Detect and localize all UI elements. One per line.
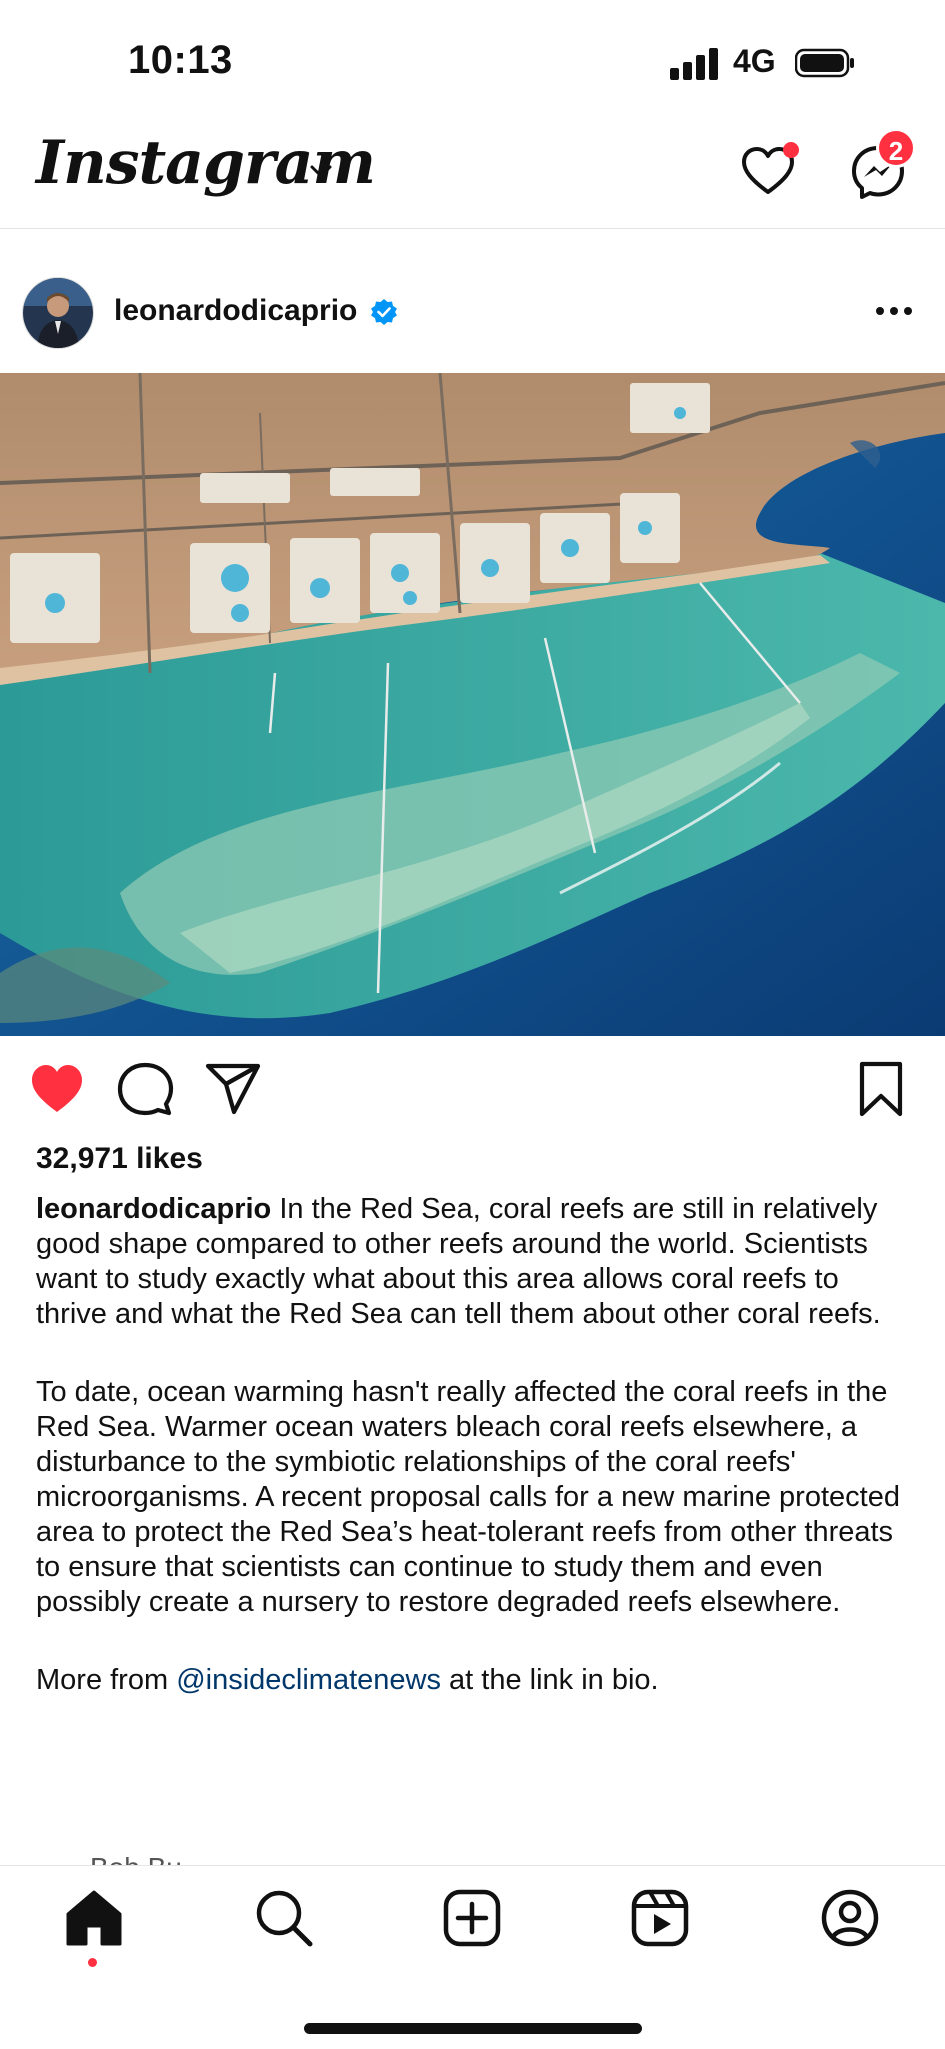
status-time: 10:13 <box>128 38 233 82</box>
home-icon[interactable] <box>62 1886 126 1950</box>
caption-text: More from <box>36 1664 177 1696</box>
tab-bar <box>0 1865 945 2049</box>
verified-icon <box>371 299 397 325</box>
next-post-peek: Bob Bu... <box>90 1852 205 1866</box>
avatar[interactable] <box>22 277 94 349</box>
post-photo <box>0 373 945 1036</box>
messages-badge: 2 <box>876 128 916 168</box>
home-indicator <box>304 2023 642 2034</box>
caption-paragraph: More from @insideclimatenews at the link… <box>36 1663 916 1698</box>
reels-icon[interactable] <box>628 1886 692 1950</box>
caption: leonardodicaprio In the Red Sea, coral r… <box>36 1192 916 1741</box>
top-bar: Instagram 2 <box>0 120 945 229</box>
caption-username[interactable]: leonardodicaprio <box>36 1193 271 1225</box>
liked-heart-icon[interactable] <box>28 1060 86 1118</box>
post-image[interactable] <box>0 373 945 1036</box>
likes-count[interactable]: 32,971 likes <box>36 1142 203 1176</box>
comment-icon[interactable] <box>116 1060 174 1118</box>
caption-paragraph: To date, ocean warming hasn't really aff… <box>36 1376 900 1618</box>
create-icon[interactable] <box>440 1886 504 1950</box>
bookmark-icon[interactable] <box>852 1060 910 1118</box>
battery-icon <box>795 48 854 78</box>
chevron-down-icon[interactable] <box>308 158 334 184</box>
mention-link[interactable]: @insideclimatenews <box>176 1664 441 1696</box>
post-header: leonardodicaprio <box>0 262 945 362</box>
share-icon[interactable] <box>204 1060 262 1118</box>
search-icon[interactable] <box>252 1886 316 1950</box>
avatar-image <box>23 278 93 348</box>
more-options-icon[interactable] <box>870 296 918 326</box>
caption-paragraph: leonardodicaprio In the Red Sea, coral r… <box>36 1192 916 1332</box>
caption-text: at the link in bio. <box>440 1664 659 1696</box>
post-actions <box>0 1050 945 1130</box>
network-label: 4G <box>733 43 776 79</box>
notification-dot <box>783 142 799 158</box>
status-bar: 10:13 4G <box>0 0 945 120</box>
profile-icon[interactable] <box>818 1886 882 1950</box>
post-username[interactable]: leonardodicaprio <box>114 294 357 328</box>
signal-icon <box>670 48 720 80</box>
active-tab-dot <box>88 1958 97 1967</box>
